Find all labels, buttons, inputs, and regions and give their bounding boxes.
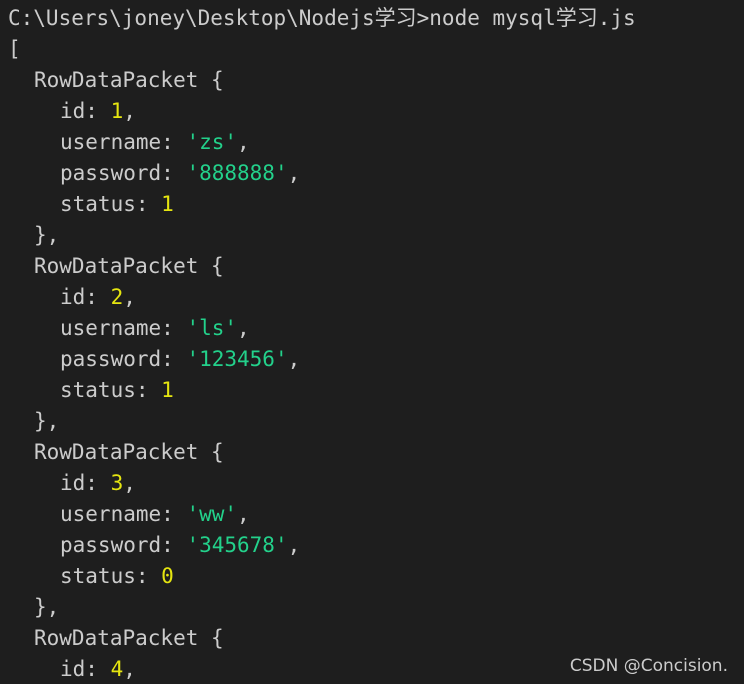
field-key: status:	[60, 564, 162, 588]
field-comma: ,	[123, 285, 136, 309]
field-value-number: 2	[110, 285, 124, 309]
field-comma: ,	[237, 316, 250, 340]
record-field-username: username: 'ls',	[8, 313, 250, 344]
record-field-username: username: 'zs',	[8, 127, 250, 158]
field-key: id:	[60, 657, 111, 681]
field-value-number: 1	[110, 99, 124, 123]
field-key: password:	[60, 347, 187, 371]
field-comma: ,	[123, 657, 136, 681]
record-header: RowDataPacket {	[34, 68, 224, 92]
field-comma: ,	[287, 533, 301, 557]
terminal-output: C:\Users\joney\Desktop\Nodejs学习>node mys…	[0, 0, 744, 684]
record-header: RowDataPacket {	[34, 254, 224, 278]
field-value-number: 0	[161, 564, 174, 588]
field-value-string: '123456'	[186, 347, 288, 371]
field-value-number: 3	[110, 471, 124, 495]
field-key: status:	[60, 378, 162, 402]
record-field-username: username: 'ww',	[8, 499, 250, 530]
record-field-status: status: 1	[8, 189, 174, 220]
field-comma: ,	[123, 471, 136, 495]
record-field-status: status: 0	[8, 561, 174, 592]
field-key: username:	[60, 502, 187, 526]
record-header: RowDataPacket {	[34, 440, 224, 464]
field-key: username:	[60, 130, 187, 154]
field-key: username:	[60, 316, 187, 340]
record-close-brace: },	[34, 409, 60, 433]
record-close-brace: },	[34, 595, 60, 619]
record-field-password: password: '345678',	[8, 530, 300, 561]
record-field-status: status: 1	[8, 375, 174, 406]
field-value-number: 4	[110, 657, 124, 681]
field-key: id:	[60, 285, 111, 309]
record-field-id: id: 1,	[8, 96, 136, 127]
record-close-brace: },	[34, 223, 60, 247]
record-field-id: id: 3,	[8, 468, 136, 499]
field-value-string: '888888'	[186, 161, 288, 185]
command-prompt-line: C:\Users\joney\Desktop\Nodejs学习>node mys…	[8, 6, 636, 30]
array-open-bracket: [	[8, 37, 21, 61]
field-comma: ,	[123, 99, 136, 123]
field-value-string: '345678'	[186, 533, 288, 557]
field-key: id:	[60, 471, 111, 495]
csdn-watermark: CSDN @Concision.	[569, 656, 728, 676]
record-header: RowDataPacket {	[34, 626, 224, 650]
record-field-password: password: '123456',	[8, 344, 300, 375]
field-value-string: 'ww'	[186, 502, 238, 526]
field-comma: ,	[287, 161, 301, 185]
field-key: id:	[60, 99, 111, 123]
field-key: password:	[60, 533, 187, 557]
record-field-id: id: 2,	[8, 282, 136, 313]
field-comma: ,	[287, 347, 301, 371]
field-value-string: 'ls'	[186, 316, 238, 340]
record-field-id: id: 4,	[8, 654, 136, 684]
record-field-password: password: '888888',	[8, 158, 300, 189]
field-value-string: 'zs'	[186, 130, 238, 154]
field-key: status:	[60, 192, 162, 216]
field-value-number: 1	[161, 192, 174, 216]
field-comma: ,	[237, 502, 250, 526]
field-key: password:	[60, 161, 187, 185]
field-comma: ,	[237, 130, 250, 154]
field-value-number: 1	[161, 378, 174, 402]
